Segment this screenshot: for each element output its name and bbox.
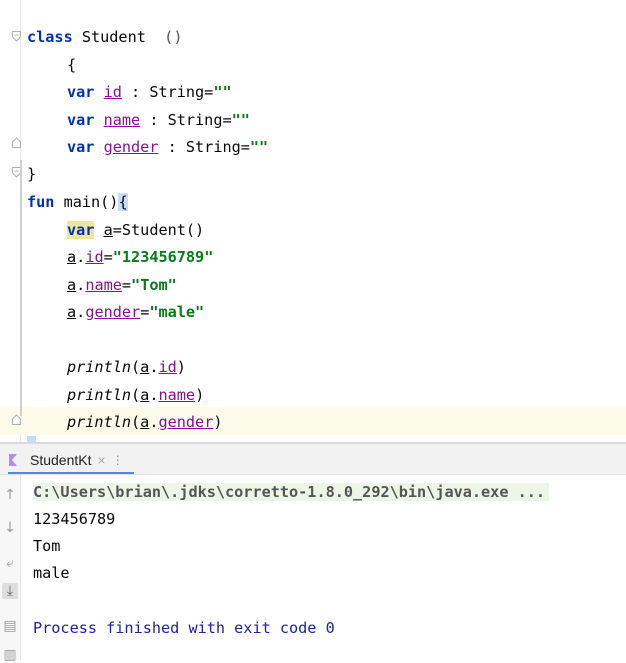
close-icon[interactable]: × <box>98 452 106 468</box>
paren: ) <box>176 357 186 376</box>
tab-studentkt[interactable]: StudentKt × ⋮ <box>8 448 124 472</box>
type: : String= <box>121 82 214 101</box>
output-line: male <box>33 564 70 582</box>
code-line-8[interactable]: var a=Student() <box>0 189 204 239</box>
function-println: println <box>67 412 132 431</box>
code-line-13[interactable]: println(a.id) <box>0 326 186 376</box>
string-value: "Tom" <box>131 275 177 294</box>
code-line-6[interactable]: } <box>0 133 37 183</box>
variable-a: a <box>67 275 77 294</box>
paren: ) <box>213 412 223 431</box>
string-value: "" <box>213 82 232 101</box>
equals: = <box>121 275 132 294</box>
property-name: name <box>85 275 122 294</box>
paren: ( <box>131 385 141 404</box>
output-line: Tom <box>33 537 61 555</box>
property-gender: gender <box>103 137 159 156</box>
command-line: C:\Users\brian\.jdks\corretto-1.8.0_292\… <box>33 479 550 506</box>
matched-brace: { <box>118 192 128 211</box>
equals: = <box>103 247 113 266</box>
function-name: main() <box>54 192 119 211</box>
variable-a: a <box>140 357 150 376</box>
code-line-4[interactable]: var name : String="" <box>0 79 250 129</box>
code-line-14[interactable]: println(a.name) <box>0 354 204 404</box>
arrow-up-icon[interactable]: ↑ <box>2 487 18 503</box>
kotlin-run-icon <box>9 454 17 466</box>
paren: ( <box>131 357 141 376</box>
code-line-15[interactable]: println(a.gender) <box>0 381 223 431</box>
variable-a: a <box>67 247 77 266</box>
variable-a: a <box>103 220 113 239</box>
string-value: "" <box>231 110 250 129</box>
code-editor[interactable]: class Student () { var id : String="" va… <box>0 0 626 463</box>
tab-label: StudentKt <box>30 452 92 468</box>
equals: = <box>140 302 150 321</box>
property-id: id <box>103 82 122 101</box>
code-line-2[interactable]: { <box>0 24 76 74</box>
console-output[interactable]: C:\Users\brian\.jdks\corretto-1.8.0_292\… <box>21 475 626 660</box>
parens: () <box>164 27 183 46</box>
arrow-down-icon[interactable]: ↓ <box>2 520 18 536</box>
run-tab-bar: StudentKt × ⋮ <box>0 444 626 475</box>
class-name: Student <box>72 27 146 46</box>
string-value: "123456789" <box>112 247 214 266</box>
code-line-3[interactable]: var id : String="" <box>0 51 232 101</box>
code-line-7[interactable]: fun main(){ <box>0 161 128 211</box>
open-brace: { <box>67 55 77 74</box>
property-name: name <box>103 110 141 129</box>
dot: . <box>76 302 86 321</box>
output-line: 123456789 <box>33 510 116 528</box>
command-text: C:\Users\brian\.jdks\corretto-1.8.0_292\… <box>33 483 550 501</box>
paren: ( <box>131 412 141 431</box>
variable-a: a <box>140 412 150 431</box>
dot: . <box>76 275 86 294</box>
active-tab-indicator <box>8 472 134 474</box>
keyword: var <box>67 110 95 129</box>
soft-wrap-icon[interactable]: ⤶ <box>2 555 18 571</box>
function-println: println <box>67 385 132 404</box>
type: : String= <box>158 137 250 156</box>
code-line-10[interactable]: a.name="Tom" <box>0 244 177 294</box>
constructor-call: =Student() <box>112 220 205 239</box>
console-toolbar: ↑ ↓ ⤶ ⤓ ▤ ▥ <box>0 475 21 663</box>
string-value: "male" <box>149 302 205 321</box>
keyword: var <box>67 137 95 156</box>
paren: ) <box>195 385 205 404</box>
type: : String= <box>140 110 232 129</box>
code-line-5[interactable]: var gender : String="" <box>0 106 268 156</box>
code-line-16[interactable]: } <box>0 408 37 463</box>
scroll-to-end-icon[interactable]: ⤓ <box>2 583 18 599</box>
string-value: "" <box>249 137 269 156</box>
property-id: id <box>158 357 177 376</box>
property-id: id <box>85 247 104 266</box>
code-line-11[interactable]: a.gender="male" <box>0 271 204 321</box>
code-line-1[interactable]: class Student () <box>0 0 182 46</box>
function-println: println <box>67 357 132 376</box>
dot: . <box>76 247 86 266</box>
keyword: var <box>67 82 95 101</box>
property-gender: gender <box>158 412 214 431</box>
code-line-9[interactable]: a.id="123456789" <box>0 216 213 266</box>
exit-message: Process finished with exit code 0 <box>33 619 335 637</box>
variable-a: a <box>67 302 77 321</box>
keyword: var <box>67 220 95 239</box>
trash-icon[interactable]: ▥ <box>2 647 18 663</box>
print-icon[interactable]: ▤ <box>2 618 18 634</box>
variable-a: a <box>140 385 150 404</box>
property-gender: gender <box>85 302 141 321</box>
property-name: name <box>158 385 196 404</box>
more-icon[interactable]: ⋮ <box>112 453 124 467</box>
